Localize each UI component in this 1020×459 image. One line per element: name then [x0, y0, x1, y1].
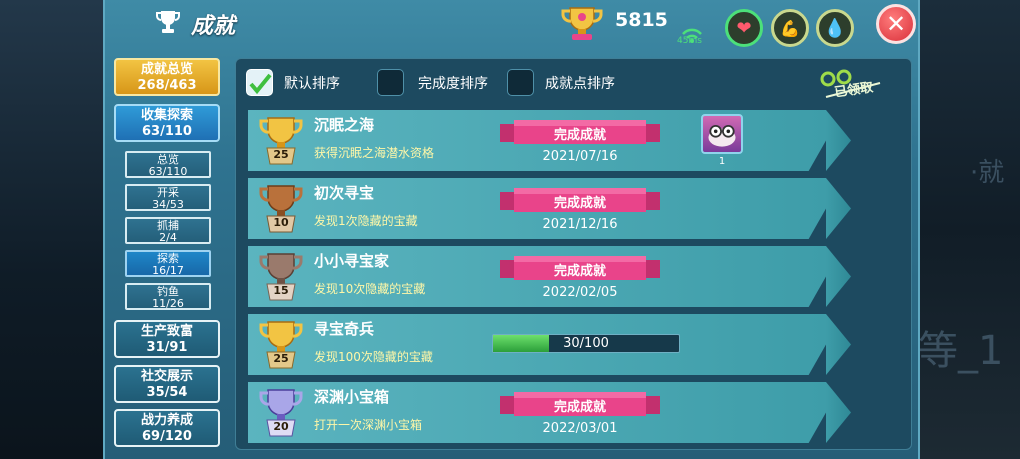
- sub-count: 63/110: [148, 165, 188, 178]
- category-count: 63/110: [142, 124, 192, 139]
- completion-date: 2022/03/01: [542, 421, 618, 436]
- category-label: 社交展示: [140, 369, 193, 384]
- achievement-desc: 打开一次深渊小宝箱: [314, 418, 423, 432]
- ping-text: 45ms: [677, 36, 702, 46]
- completion-date: 2021/07/16: [542, 149, 618, 164]
- creature-icon: [708, 125, 736, 147]
- completion-date: 2021/12/16: [542, 217, 618, 232]
- row-arrow: [826, 110, 851, 171]
- sub-count: 11/26: [152, 297, 184, 310]
- achievement-row[interactable]: 20 深渊小宝箱 打开一次深渊小宝箱 完成成就 2022/03/01: [248, 382, 826, 443]
- sidebar-sub-overview[interactable]: 总览 63/110: [125, 151, 211, 178]
- sidebar-category-collect-explore[interactable]: 收集探索 63/110: [114, 104, 220, 142]
- achievement-points-cup-icon: [561, 7, 603, 40]
- sidebar-category-production[interactable]: 生产致富 31/91: [114, 320, 220, 358]
- achievement-desc: 发现100次隐藏的宝藏: [314, 350, 433, 364]
- complete-status: 完成成就: [553, 196, 606, 211]
- water-stat-button[interactable]: 💧: [816, 9, 854, 47]
- sort-default-checkbox[interactable]: [246, 69, 273, 96]
- background-text: ·就: [970, 158, 1005, 188]
- sort-bar: 默认排序 完成度排序 成就点排序: [236, 59, 911, 107]
- achievement-name: 寻宝奇兵: [314, 320, 375, 338]
- sidebar-sub-explore[interactable]: 探索 16/17: [125, 250, 211, 277]
- background-left: [0, 0, 104, 459]
- achievement-row[interactable]: 15 小小寻宝家 发现10次隐藏的宝藏 完成成就 2022/02/05: [248, 246, 826, 307]
- sort-points-label[interactable]: 成就点排序: [545, 73, 615, 93]
- reward-item[interactable]: [701, 114, 743, 154]
- category-label: 收集探索: [140, 108, 193, 123]
- sidebar-category-social[interactable]: 社交展示 35/54: [114, 365, 220, 403]
- category-count: 268/463: [137, 78, 197, 93]
- achievement-row[interactable]: 10 初次寻宝 发现1次隐藏的宝藏 完成成就 2021/12/16: [248, 178, 826, 239]
- background-text-2: 等_1: [918, 328, 1004, 374]
- achievement-name: 初次寻宝: [314, 184, 375, 202]
- achievement-row[interactable]: 25 寻宝奇兵 发现100次隐藏的宝藏 30/100: [248, 314, 826, 375]
- row-arrow: [826, 178, 851, 239]
- category-count: 69/120: [142, 429, 192, 444]
- header: 成就 5815 45ms ❤ 💪 💧 ✕: [105, 0, 918, 47]
- achievement-desc: 获得沉眠之海潜水资格: [314, 146, 435, 160]
- sort-completion-label[interactable]: 完成度排序: [418, 73, 488, 93]
- sort-completion-checkbox[interactable]: [377, 69, 404, 96]
- category-count: 35/54: [146, 385, 188, 400]
- sidebar-sub-mining[interactable]: 开采 34/53: [125, 184, 211, 211]
- close-button[interactable]: ✕: [876, 4, 916, 44]
- sort-points-checkbox[interactable]: [507, 69, 534, 96]
- achievement-name: 沉眠之海: [314, 116, 375, 134]
- droplet-icon: 💧: [823, 17, 847, 39]
- achievement-points: 5815: [615, 9, 668, 31]
- heart-icon: ❤: [736, 17, 752, 39]
- sub-count: 34/53: [152, 198, 184, 211]
- health-stat-button[interactable]: ❤: [725, 9, 763, 47]
- achievement-points-value: 20: [273, 420, 289, 433]
- category-label: 战力养成: [140, 413, 193, 428]
- achievement-name: 小小寻宝家: [314, 252, 390, 270]
- category-label: 生产致富: [140, 324, 193, 339]
- achievement-points-value: 10: [273, 216, 289, 229]
- achievement-desc: 发现10次隐藏的宝藏: [314, 282, 426, 296]
- achievement-name: 深渊小宝箱: [314, 388, 390, 406]
- sub-count: 2/4: [159, 231, 177, 244]
- progress-text: 30/100: [563, 336, 609, 351]
- completion-date: 2022/02/05: [542, 285, 618, 300]
- arm-icon: 💪: [780, 18, 800, 38]
- stamina-stat-button[interactable]: 💪: [771, 9, 809, 47]
- achievement-panel: 成就 5815 45ms ❤ 💪 💧 ✕ 成就总览 268/463 收集探索 6…: [103, 0, 920, 459]
- sidebar-category-overview[interactable]: 成就总览 268/463: [114, 58, 220, 96]
- row-arrow: [826, 246, 851, 307]
- sidebar-sub-fishing[interactable]: 钓鱼 11/26: [125, 283, 211, 310]
- row-arrow: [826, 314, 851, 375]
- reward-count: 1: [718, 156, 726, 167]
- complete-status: 完成成就: [553, 128, 606, 143]
- sidebar-sub-capture[interactable]: 抓捕 2/4: [125, 217, 211, 244]
- sort-default-label[interactable]: 默认排序: [284, 73, 340, 93]
- achievement-row[interactable]: 25 沉眠之海 获得沉眠之海潜水资格 完成成就 2021/07/16 1: [248, 110, 826, 171]
- close-icon: ✕: [885, 10, 907, 38]
- complete-status: 完成成就: [553, 400, 606, 415]
- complete-status: 完成成就: [553, 264, 606, 279]
- achievement-desc: 发现1次隐藏的宝藏: [314, 214, 418, 228]
- page-title: 成就: [191, 14, 236, 39]
- checkmark-icon: [249, 73, 272, 95]
- sub-count: 16/17: [152, 264, 184, 277]
- sidebar-category-power[interactable]: 战力养成 69/120: [114, 409, 220, 447]
- category-count: 31/91: [146, 340, 188, 355]
- background-right: ·就 等_1: [918, 0, 1020, 459]
- category-label: 成就总览: [140, 62, 193, 77]
- row-arrow: [826, 382, 851, 443]
- achievement-points-value: 25: [273, 148, 289, 161]
- achievement-points-value: 25: [273, 352, 289, 365]
- trophy-icon: [156, 11, 180, 33]
- achievement-points-value: 15: [273, 284, 289, 297]
- progress-bar: 30/100: [492, 334, 680, 353]
- achievement-list: 默认排序 完成度排序 成就点排序 25 沉眠之海 获得沉眠之海潜水资格 完成成就…: [235, 58, 912, 450]
